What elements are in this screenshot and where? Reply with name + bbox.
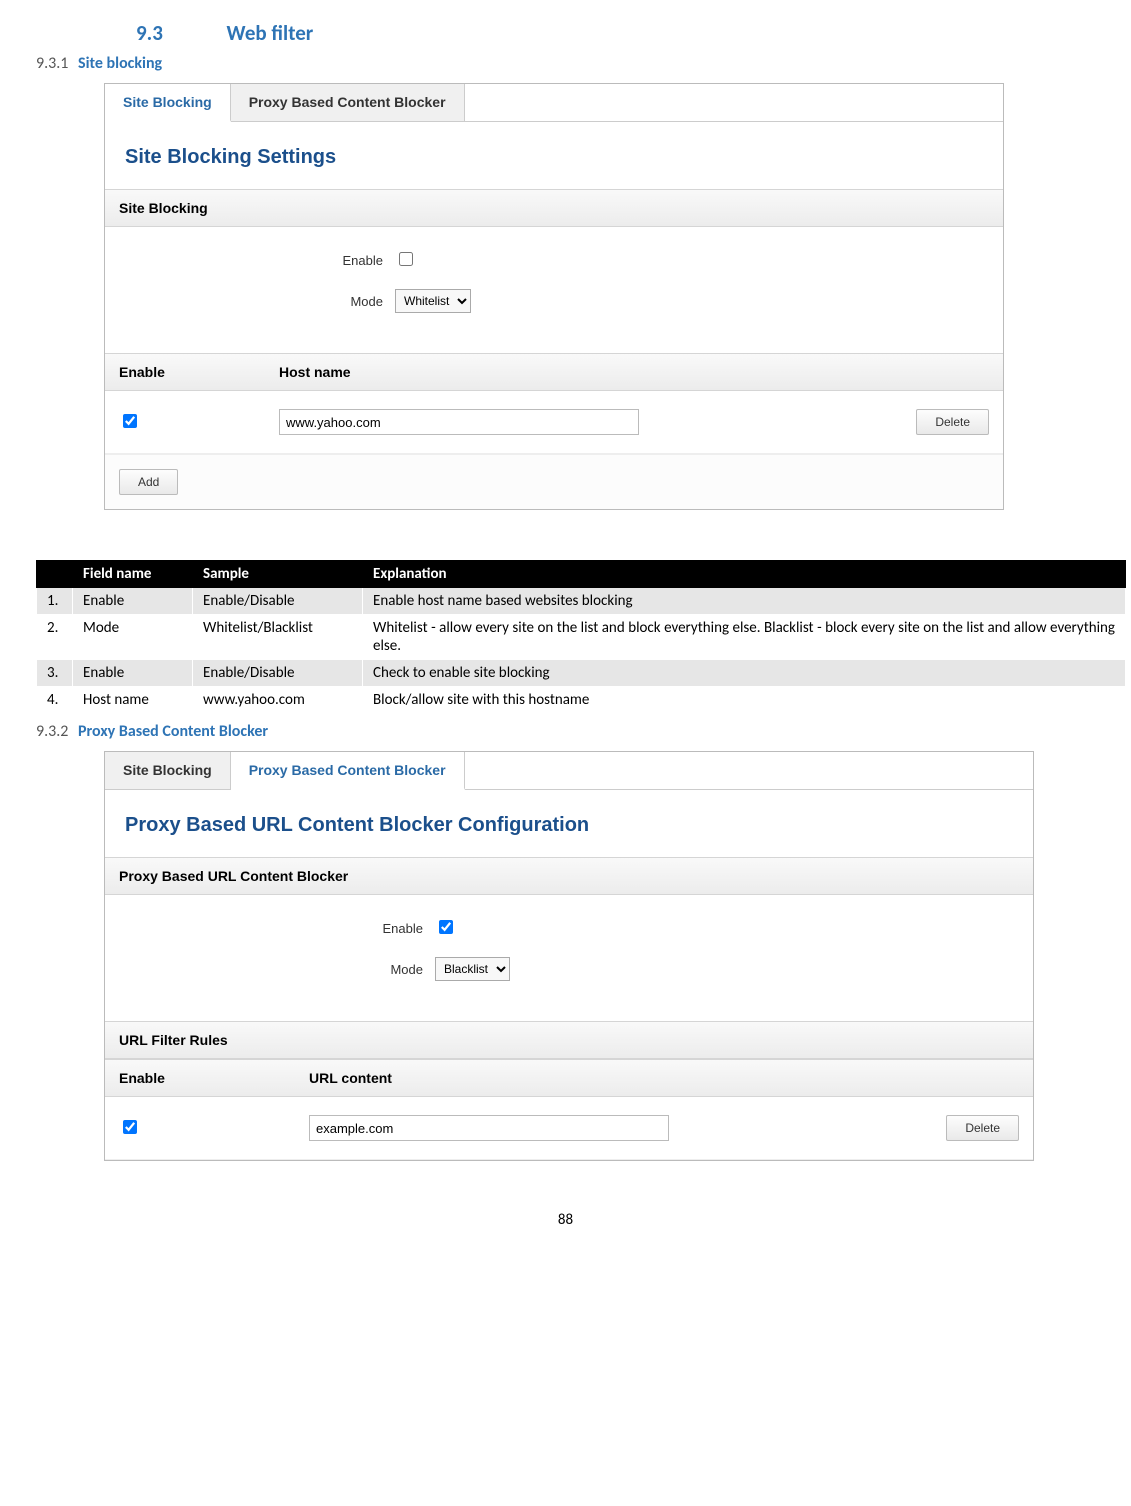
- cell-num: 3.: [37, 660, 73, 687]
- subsection-heading-2: 9.3.2 Proxy Based Content Blocker: [36, 722, 1113, 741]
- col-urlcontent: URL content: [295, 1060, 1033, 1096]
- section-heading: 9.3 Web filter: [18, 20, 1113, 46]
- form-area: Enable Mode Blacklist: [105, 895, 1033, 1021]
- url-filter-rules-head: URL Filter Rules: [105, 1021, 1033, 1059]
- enable-checkbox[interactable]: [399, 252, 413, 266]
- cell-num: 2.: [37, 615, 73, 660]
- cell-exp: Check to enable site blocking: [363, 660, 1126, 687]
- col-hostname: Host name: [265, 354, 1003, 390]
- subsection-number: 9.3.2: [36, 722, 68, 741]
- cell-exp: Enable host name based websites blocking: [363, 588, 1126, 615]
- proxy-section-head: Proxy Based URL Content Blocker: [105, 857, 1033, 895]
- tab-proxy-blocker[interactable]: Proxy Based Content Blocker: [231, 752, 465, 790]
- mode-select[interactable]: Blacklist: [435, 957, 510, 981]
- cell-sample: www.yahoo.com: [193, 687, 363, 714]
- cell-field: Enable: [73, 588, 193, 615]
- hostname-input[interactable]: [279, 409, 639, 435]
- proxy-blocker-panel: Site Blocking Proxy Based Content Blocke…: [104, 751, 1034, 1161]
- tabs: Site Blocking Proxy Based Content Blocke…: [105, 752, 1033, 790]
- cell-num: 1.: [37, 588, 73, 615]
- col-blank: [37, 561, 73, 588]
- mode-label: Mode: [115, 962, 435, 977]
- page-number: 88: [18, 1211, 1113, 1229]
- col-sample: Sample: [193, 561, 363, 588]
- row-enable-checkbox[interactable]: [123, 1120, 137, 1134]
- col-explanation: Explanation: [363, 561, 1126, 588]
- fields-explanation-table: Field name Sample Explanation 1. Enable …: [36, 560, 1126, 714]
- columns-header: Enable Host name: [105, 353, 1003, 391]
- row-enable-checkbox[interactable]: [123, 414, 137, 428]
- delete-button[interactable]: Delete: [916, 409, 989, 435]
- cell-field: Mode: [73, 615, 193, 660]
- site-blocking-panel: Site Blocking Proxy Based Content Blocke…: [104, 83, 1004, 510]
- panel-title: Proxy Based URL Content Blocker Configur…: [105, 790, 1033, 857]
- site-blocking-section-head: Site Blocking: [105, 189, 1003, 227]
- subsection-title: Proxy Based Content Blocker: [78, 722, 268, 741]
- col-enable: Enable: [105, 354, 265, 390]
- table-row: Delete: [105, 1097, 1033, 1160]
- tabs: Site Blocking Proxy Based Content Blocke…: [105, 84, 1003, 122]
- delete-button[interactable]: Delete: [946, 1115, 1019, 1141]
- add-button[interactable]: Add: [119, 469, 178, 495]
- cell-num: 4.: [37, 687, 73, 714]
- enable-checkbox[interactable]: [439, 920, 453, 934]
- url-content-input[interactable]: [309, 1115, 669, 1141]
- columns-header: Enable URL content: [105, 1059, 1033, 1097]
- tab-proxy-blocker[interactable]: Proxy Based Content Blocker: [231, 84, 465, 121]
- section-title: Web filter: [227, 20, 314, 46]
- col-fieldname: Field name: [73, 561, 193, 588]
- tab-site-blocking[interactable]: Site Blocking: [105, 84, 231, 122]
- subsection-title: Site blocking: [78, 54, 162, 73]
- col-enable: Enable: [105, 1060, 295, 1096]
- table-row: 1. Enable Enable/Disable Enable host nam…: [37, 588, 1126, 615]
- table-row: 4. Host name www.yahoo.com Block/allow s…: [37, 687, 1126, 714]
- table-row: 3. Enable Enable/Disable Check to enable…: [37, 660, 1126, 687]
- table-row: Delete: [105, 391, 1003, 454]
- tab-site-blocking[interactable]: Site Blocking: [105, 752, 231, 789]
- cell-sample: Enable/Disable: [193, 588, 363, 615]
- cell-field: Enable: [73, 660, 193, 687]
- section-number: 9.3: [136, 20, 163, 46]
- form-area: Enable Mode Whitelist: [105, 227, 1003, 353]
- cell-sample: Whitelist/Blacklist: [193, 615, 363, 660]
- mode-select[interactable]: Whitelist: [395, 289, 471, 313]
- panel-title: Site Blocking Settings: [105, 122, 1003, 189]
- mode-label: Mode: [115, 294, 395, 309]
- add-row: Add: [105, 454, 1003, 509]
- enable-label: Enable: [115, 253, 395, 268]
- cell-sample: Enable/Disable: [193, 660, 363, 687]
- table-row: 2. Mode Whitelist/Blacklist Whitelist - …: [37, 615, 1126, 660]
- subsection-number: 9.3.1: [36, 54, 68, 73]
- cell-exp: Block/allow site with this hostname: [363, 687, 1126, 714]
- cell-exp: Whitelist - allow every site on the list…: [363, 615, 1126, 660]
- cell-field: Host name: [73, 687, 193, 714]
- subsection-heading-1: 9.3.1 Site blocking: [36, 54, 1113, 73]
- enable-label: Enable: [115, 921, 435, 936]
